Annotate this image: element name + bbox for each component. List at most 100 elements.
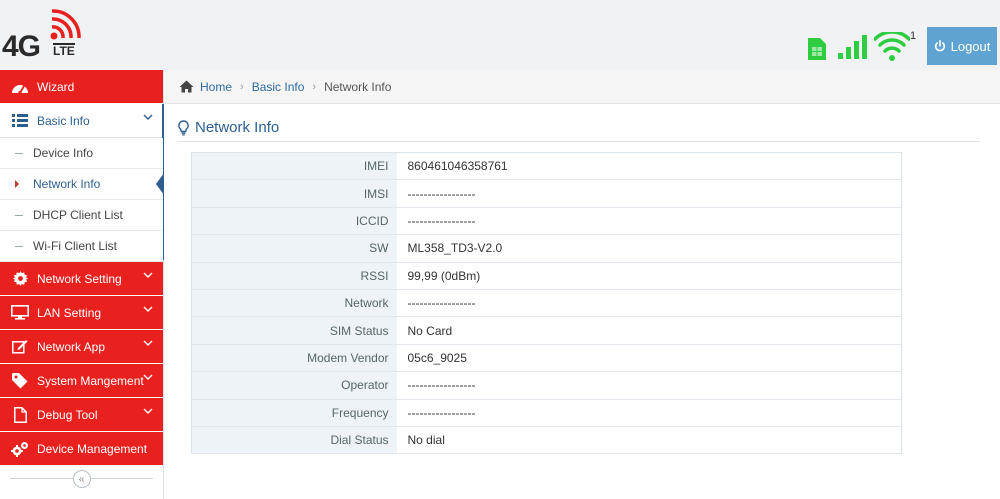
sidebar-subitem-label: Network Info [33, 177, 101, 191]
page-title-bar: Network Info [178, 114, 980, 142]
sidebar-item-label: Basic Info [37, 113, 90, 128]
row-label: RSSI [191, 262, 397, 290]
table-row: Network ----------------- [191, 289, 902, 318]
sidebar-item-label: Network Setting [37, 271, 122, 286]
monitor-icon [9, 305, 31, 320]
chevron-down-icon [143, 374, 153, 380]
breadcrumb-current: Network Info [324, 79, 392, 94]
list-icon [9, 114, 31, 127]
row-label: Frequency [191, 399, 397, 427]
sidebar-item-network-app[interactable]: Network App [0, 330, 163, 364]
sidebar-collapse-bar: « [0, 467, 163, 491]
row-value: 05c6_9025 [396, 344, 902, 373]
breadcrumb-home[interactable]: Home [200, 80, 232, 94]
row-value: ----------------- [396, 207, 902, 236]
sidebar-item-label: Device Management [37, 441, 148, 456]
sidebar-item-system-mangement[interactable]: System Mangement [0, 364, 163, 398]
sidebar-item-label: LAN Setting [37, 305, 102, 320]
breadcrumb-separator: › [240, 80, 244, 93]
row-value: No dial [396, 426, 902, 455]
dash-marker [15, 246, 23, 247]
chevron-down-icon [143, 114, 153, 120]
dash-marker [15, 153, 23, 154]
table-row: Modem Vendor 05c6_9025 [191, 344, 902, 373]
sidebar-item-lan-setting[interactable]: LAN Setting [0, 296, 163, 330]
signal-strength-icon [838, 35, 867, 59]
dashboard-icon [9, 80, 31, 94]
row-label: IMEI [191, 152, 397, 181]
sidebar-item-network-setting[interactable]: Network Setting [0, 262, 163, 296]
chevron-down-icon [143, 408, 153, 414]
table-row: RSSI 99,99 (0dBm) [191, 262, 902, 290]
network-info-table: IMEI 860461046358761 IMSI ----------------… [191, 152, 902, 455]
breadcrumb: Home › Basic Info › Network Info [165, 70, 1000, 104]
sidebar-subitem-wifi-client-list[interactable]: Wi-Fi Client List [0, 231, 163, 262]
row-label: ICCID [191, 207, 397, 236]
gears-icon [9, 441, 31, 457]
sidebar-subitem-network-info[interactable]: Network Info [0, 169, 164, 200]
table-row: Dial Status No dial [191, 426, 902, 455]
file-icon [9, 406, 31, 423]
table-row: IMSI ----------------- [191, 179, 902, 208]
sidebar: Wizard Basic Info Device Info Network In… [0, 70, 164, 499]
sidebar-item-label: Debug Tool [37, 407, 98, 422]
table-row: ICCID ----------------- [191, 207, 902, 236]
signal-waves-icon [50, 9, 81, 40]
logo: 4G LTE [2, 8, 86, 63]
row-value: ----------------- [396, 179, 902, 208]
table-row: Operator ----------------- [191, 371, 902, 400]
row-label: Operator [191, 371, 397, 400]
logo-lte-text: LTE [53, 43, 75, 58]
table-row: SIM Status No Card [191, 316, 902, 345]
row-value: ----------------- [396, 289, 902, 318]
table-row: Frequency ----------------- [191, 399, 902, 427]
chevron-down-icon [143, 272, 153, 278]
row-value: ----------------- [396, 399, 902, 427]
power-icon [934, 40, 945, 52]
wifi-client-count: 1 [910, 30, 917, 42]
header-bar: 4G LTE 1 Logout [0, 0, 1000, 70]
table-row: IMEI 860461046358761 [191, 152, 902, 181]
sim-card-icon [808, 38, 826, 60]
sidebar-item-basic-info[interactable]: Basic Info [0, 104, 163, 138]
row-value: ML358_TD3-V2.0 [396, 234, 902, 263]
lightbulb-icon [178, 119, 189, 135]
chevron-down-icon [143, 340, 153, 346]
row-label: SIM Status [191, 316, 397, 345]
breadcrumb-separator: › [312, 80, 317, 93]
caret-right-icon [15, 180, 19, 188]
logout-button[interactable]: Logout [927, 27, 997, 65]
table-row: SW ML358_TD3-V2.0 [191, 234, 902, 263]
row-label: SW [191, 234, 397, 263]
logo-4g-text: 4G [2, 30, 41, 63]
row-label: Network [191, 289, 397, 318]
logout-label: Logout [950, 38, 991, 54]
breadcrumb-basic-info[interactable]: Basic Info [252, 80, 305, 94]
sidebar-item-label: System Mangement [37, 373, 144, 388]
edit-icon [9, 339, 31, 354]
row-value: ----------------- [396, 371, 902, 400]
sidebar-subitem-label: Device Info [33, 146, 94, 160]
sidebar-item-label: Network App [37, 339, 106, 354]
wifi-icon [874, 32, 910, 61]
sidebar-item-device-management[interactable]: Device Management [0, 432, 163, 466]
sidebar-item-wizard[interactable]: Wizard [0, 70, 163, 104]
sidebar-item-debug-tool[interactable]: Debug Tool [0, 398, 163, 432]
row-label: Dial Status [191, 426, 397, 455]
collapse-sidebar-button[interactable]: « [72, 470, 91, 488]
chevron-down-icon [143, 306, 153, 312]
tag-icon [9, 372, 31, 389]
sidebar-subitem-dhcp-client-list[interactable]: DHCP Client List [0, 200, 163, 231]
sidebar-subitem-device-info[interactable]: Device Info [0, 138, 163, 169]
dash-marker [15, 215, 23, 216]
sidebar-subitem-label: DHCP Client List [33, 208, 123, 222]
gear-icon [9, 271, 31, 286]
row-label: Modem Vendor [191, 344, 397, 373]
home-icon [179, 80, 194, 93]
row-label: IMSI [191, 179, 397, 208]
page-title: Network Info [195, 119, 280, 136]
row-value: 99,99 (0dBm) [396, 262, 902, 290]
sidebar-subitem-label: Wi-Fi Client List [33, 239, 118, 253]
active-indicator [156, 173, 164, 195]
row-value: 860461046358761 [396, 152, 902, 181]
